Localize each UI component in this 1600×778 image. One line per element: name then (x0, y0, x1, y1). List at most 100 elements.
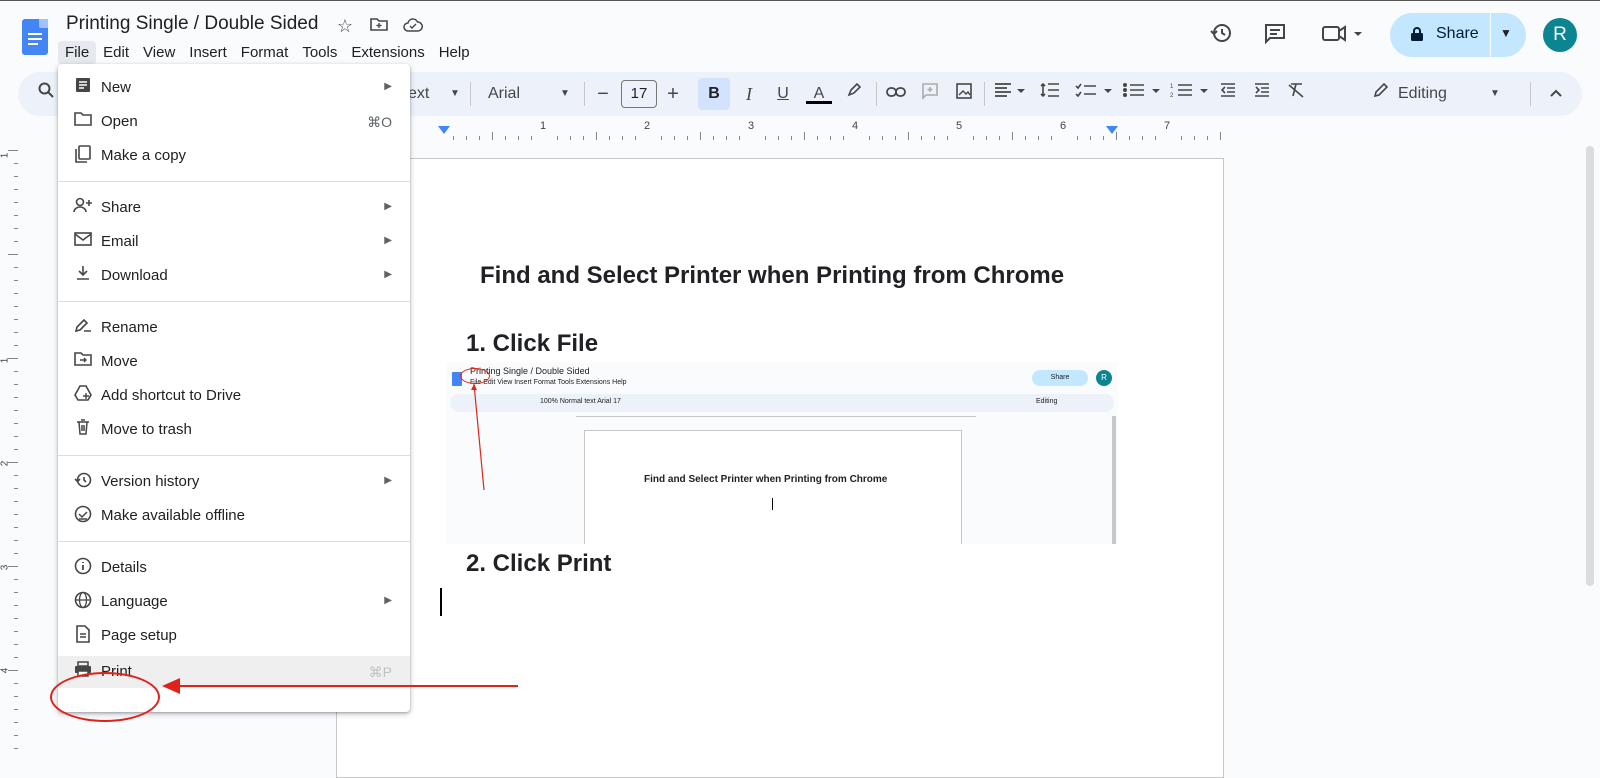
cloud-saved-icon[interactable] (402, 15, 424, 37)
menu-item-label: Make available offline (101, 507, 245, 524)
scrollbar[interactable] (1586, 146, 1594, 586)
bulleted-list-icon[interactable] (1122, 82, 1162, 106)
document-heading: Find and Select Printer when Printing fr… (480, 262, 1065, 289)
ruler-tick (14, 176, 18, 177)
meet-video-icon[interactable] (1320, 21, 1366, 49)
ruler-tick (934, 136, 935, 140)
chevron-down-icon[interactable]: ▼ (1488, 82, 1502, 106)
underline-icon[interactable]: U (772, 82, 794, 106)
ruler-tick (14, 722, 18, 723)
toolbar-divider (584, 82, 585, 106)
info-icon (72, 557, 94, 579)
menu-view[interactable]: View (136, 41, 182, 65)
copy-icon (72, 145, 94, 167)
ruler-tick (895, 136, 896, 140)
menu-item-new[interactable]: New ▶ (58, 72, 410, 104)
style-dropdown-label[interactable]: ext (408, 82, 448, 106)
mini-toolbar-text: 100% Normal text Arial 17 (540, 398, 621, 405)
pencil-icon[interactable] (1370, 82, 1392, 106)
right-indent-icon[interactable] (1106, 126, 1118, 134)
new-doc-icon (72, 77, 94, 99)
menu-insert[interactable]: Insert (182, 41, 234, 65)
avatar[interactable]: R (1543, 18, 1577, 52)
menu-tools[interactable]: Tools (295, 41, 344, 65)
menu-divider (58, 455, 410, 456)
menu-item-rename[interactable]: Rename (58, 312, 410, 344)
ruler-tick (570, 136, 571, 140)
menu-edit[interactable]: Edit (96, 41, 136, 65)
drive-shortcut-icon (72, 385, 94, 407)
menu-item-download[interactable]: Download ▶ (58, 260, 410, 292)
menu-item-open[interactable]: Open ⌘O (58, 106, 410, 138)
history-icon[interactable] (1207, 21, 1235, 49)
menu-item-version-history[interactable]: Version history ▶ (58, 466, 410, 498)
person-add-icon (72, 197, 94, 219)
menu-help[interactable]: Help (432, 41, 477, 65)
ruler-number: 2 (0, 460, 11, 467)
ruler-tick (973, 136, 974, 140)
horizontal-ruler[interactable]: 1 2 3 4 5 6 7 (400, 120, 1230, 140)
toolbar-divider (984, 82, 985, 106)
menu-item-move-to-trash[interactable]: Move to trash (58, 414, 410, 446)
history-icon (72, 471, 94, 493)
increase-indent-icon[interactable] (1250, 82, 1274, 106)
submenu-arrow-icon: ▶ (384, 235, 392, 246)
menu-item-add-shortcut[interactable]: Add shortcut to Drive (58, 380, 410, 412)
menu-bar: File Edit View Insert Format Tools Exten… (58, 41, 477, 65)
ruler-tick (843, 136, 844, 140)
menu-item-language[interactable]: Language ▶ (58, 586, 410, 618)
ruler-tick (14, 540, 18, 541)
ruler-tick (739, 136, 740, 140)
menu-item-details[interactable]: Details (58, 552, 410, 584)
docs-logo-icon[interactable] (22, 19, 48, 55)
ruler-tick (1038, 136, 1039, 140)
bold-button[interactable]: B (698, 78, 730, 110)
ruler-tick (14, 696, 18, 697)
submenu-arrow-icon: ▶ (384, 201, 392, 212)
text-color-icon[interactable]: A (806, 82, 832, 104)
increase-font-icon[interactable]: + (662, 82, 684, 106)
font-dropdown[interactable]: Arial (488, 82, 548, 106)
star-icon[interactable]: ☆ (334, 15, 356, 37)
line-spacing-icon[interactable] (1038, 82, 1062, 106)
decrease-font-icon[interactable]: − (592, 82, 614, 106)
checklist-icon[interactable] (1074, 82, 1114, 106)
menu-format[interactable]: Format (234, 41, 296, 65)
align-icon[interactable] (992, 82, 1028, 106)
font-size-input[interactable]: 17 (621, 80, 657, 108)
file-menu: New ▶ Open ⌘O Make a copy Share ▶ Email … (58, 64, 410, 712)
menu-item-make-a-copy[interactable]: Make a copy (58, 140, 410, 172)
lock-icon (1410, 26, 1424, 46)
add-comment-icon[interactable] (918, 82, 942, 106)
chevron-down-icon[interactable]: ▼ (558, 82, 572, 106)
link-icon[interactable] (884, 82, 908, 106)
chevron-down-icon[interactable]: ▼ (448, 82, 462, 106)
collapse-toolbar-icon[interactable] (1544, 82, 1568, 106)
menu-item-move[interactable]: Move (58, 346, 410, 378)
menu-item-email[interactable]: Email ▶ (58, 226, 410, 258)
editing-mode-dropdown[interactable]: Editing (1398, 82, 1468, 106)
menu-file[interactable]: File (58, 41, 97, 65)
menu-extensions[interactable]: Extensions (344, 41, 431, 65)
italic-icon[interactable]: I (738, 82, 760, 106)
insert-image-icon[interactable] (952, 82, 976, 106)
vertical-ruler[interactable]: 1 1 2 3 4 (0, 140, 20, 758)
highlight-icon[interactable] (842, 82, 866, 106)
share-button[interactable]: Share ▼ (1390, 13, 1526, 57)
menu-item-page-setup[interactable]: Page setup (58, 620, 410, 652)
search-icon[interactable] (34, 82, 58, 106)
mini-page (584, 430, 962, 544)
decrease-indent-icon[interactable] (1216, 82, 1240, 106)
mail-icon (72, 231, 94, 253)
move-folder-icon[interactable] (368, 15, 390, 37)
left-indent-icon[interactable] (438, 126, 450, 134)
menu-item-share[interactable]: Share ▶ (58, 192, 410, 224)
chevron-down-icon[interactable]: ▼ (1500, 26, 1512, 40)
comment-icon[interactable] (1261, 21, 1289, 49)
document-title[interactable]: Printing Single / Double Sided (66, 13, 318, 35)
ruler-tick (869, 136, 870, 140)
clear-formatting-icon[interactable] (1284, 82, 1308, 106)
menu-item-offline[interactable]: Make available offline (58, 500, 410, 532)
numbered-list-icon[interactable]: 12 (1170, 82, 1210, 106)
ruler-number: 6 (1060, 120, 1067, 132)
